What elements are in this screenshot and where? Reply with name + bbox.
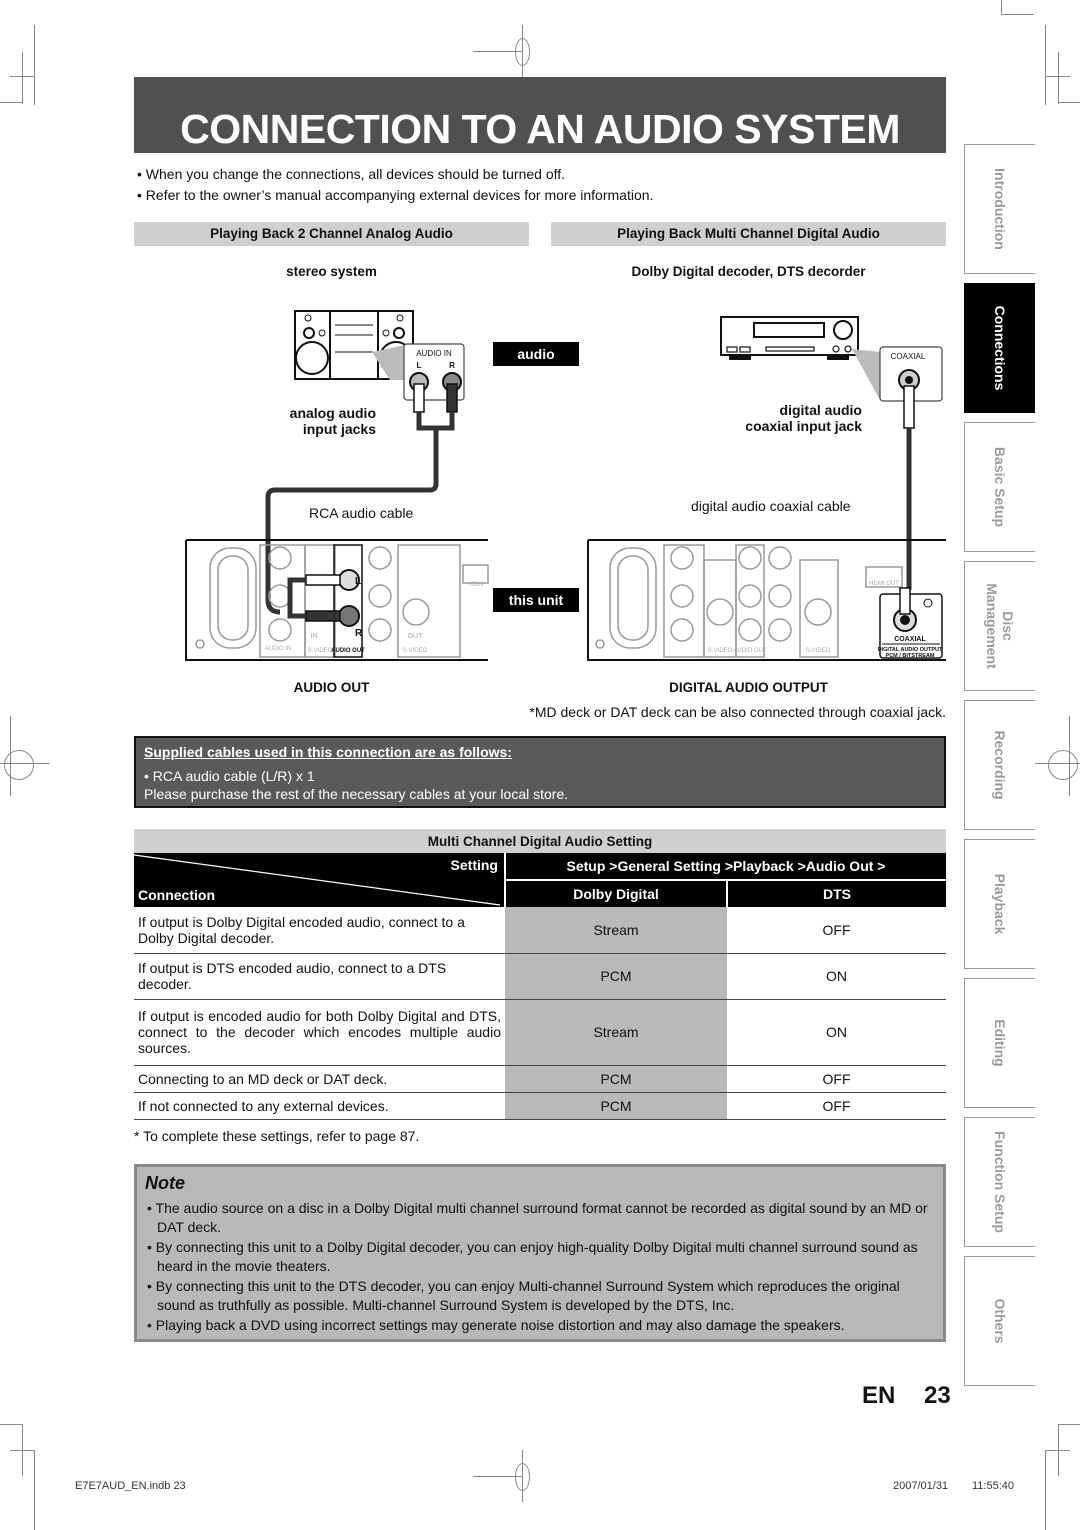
analog-jacks-label: analog audio input jacks [289, 405, 376, 437]
svg-text:R: R [449, 361, 455, 370]
row-connection: Connecting to an MD deck or DAT deck. [134, 1065, 505, 1093]
note-title: Note [145, 1173, 185, 1193]
page-num: 23 [924, 1382, 951, 1409]
tab-disc-management[interactable]: Disc Management [964, 561, 1035, 691]
svg-text:L: L [417, 361, 422, 370]
md-deck-note: *MD deck or DAT deck can be also connect… [529, 704, 946, 720]
col-dts: DTS [727, 880, 946, 907]
svg-text:S-VIDEO: S-VIDEO [708, 648, 733, 654]
svg-text:PCM / BITSTREAM: PCM / BITSTREAM [886, 653, 935, 659]
setting-label: Setting [450, 857, 498, 873]
decoder-icon [720, 316, 859, 360]
table-row: If not connected to any external devices… [134, 1092, 946, 1120]
coaxial-jack-label: digital audio coaxial input jack [745, 402, 862, 434]
svg-text:HDMI OUT: HDMI OUT [869, 581, 899, 587]
row-dolby: PCM [505, 1092, 727, 1120]
tab-recording[interactable]: Recording [964, 700, 1035, 830]
table-row: Connecting to an MD deck or DAT deck. PC… [134, 1065, 946, 1093]
audio-tag: audio [493, 342, 579, 366]
row-connection: If output is Dolby Digital encoded audio… [134, 907, 505, 954]
row-dts: OFF [727, 1092, 946, 1120]
row-dts: ON [727, 999, 946, 1066]
row-dts: ON [727, 953, 946, 1000]
svg-text:AUDIO OUT: AUDIO OUT [733, 648, 767, 654]
coaxial-cable-label: digital audio coaxial cable [691, 498, 851, 514]
row-dolby: Stream [505, 999, 727, 1066]
row-dts: OFF [727, 907, 946, 954]
row-dolby: Stream [505, 907, 727, 954]
svg-text:S-VIDEO: S-VIDEO [308, 648, 333, 654]
row-dolby: PCM [505, 1065, 727, 1093]
settings-path: Setup >General Setting >Playback >Audio … [505, 853, 946, 881]
supplied-cables-heading: Supplied cables used in this connection … [144, 744, 512, 760]
audio-out-label: AUDIO OUT [293, 680, 370, 695]
page-lang: EN [862, 1382, 896, 1409]
slug-time: 11:55:40 [972, 1480, 1015, 1492]
row-connection: If output is encoded audio for both Dolb… [134, 999, 505, 1066]
svg-text:HDMI: HDMI [468, 582, 484, 588]
svg-text:S-VIDEO: S-VIDEO [806, 648, 831, 654]
coaxial-label: COAXIAL [891, 352, 926, 361]
svg-text:OUT: OUT [408, 633, 424, 640]
tab-introduction[interactable]: Introduction [964, 144, 1035, 274]
svg-text:AUDIO IN: AUDIO IN [265, 646, 292, 652]
audio-in-label: AUDIO IN [416, 349, 452, 358]
page-number: EN 23 [862, 1382, 951, 1410]
table-corner-header: Setting Connection [134, 853, 506, 907]
tab-basic-setup[interactable]: Basic Setup [964, 422, 1035, 552]
table-row: If output is DTS encoded audio, connect … [134, 953, 946, 1000]
supplied-cable-item: • RCA audio cable (L/R) x 1 [144, 768, 315, 784]
rca-cable-label: RCA audio cable [309, 505, 414, 521]
tab-others[interactable]: Others [964, 1256, 1035, 1386]
row-dolby: PCM [505, 953, 727, 1000]
digital-audio-output-label: DIGITAL AUDIO OUTPUT [669, 680, 828, 695]
svg-text:S-VIDEO: S-VIDEO [403, 648, 428, 654]
slug-file: E7E7AUD_EN.indb 23 [75, 1480, 186, 1492]
row-connection: If not connected to any external devices… [134, 1092, 505, 1120]
note-list: • The audio source on a disc in a Dolby … [145, 1199, 935, 1336]
row-dts: OFF [727, 1065, 946, 1093]
col-dolby-digital: Dolby Digital [505, 880, 728, 907]
table-caption: Multi Channel Digital Audio Setting [134, 829, 946, 853]
row-connection: If output is DTS encoded audio, connect … [134, 953, 505, 1000]
this-unit-tag: this unit [493, 588, 579, 612]
supplied-cables-note: Please purchase the rest of the necessar… [144, 786, 569, 802]
svg-text:R: R [355, 628, 363, 639]
audio-settings-table: Multi Channel Digital Audio Setting Sett… [134, 829, 946, 1120]
note-item: • The audio source on a disc in a Dolby … [147, 1200, 928, 1235]
connection-label: Connection [138, 887, 215, 903]
supplied-cables-box: Supplied cables used in this connection … [134, 736, 946, 808]
connection-diagram: AUDIO IN L R L R AUDIO OUT S-VIDEO AUDIO… [185, 310, 946, 661]
table-row: If output is Dolby Digital encoded audio… [134, 907, 946, 954]
note-box: Note • The audio source on a disc in a D… [134, 1164, 946, 1342]
note-item: • By connecting this unit to the DTS dec… [147, 1278, 900, 1313]
this-unit-rear-panel-left [185, 539, 489, 661]
tab-function-setup[interactable]: Function Setup [964, 1117, 1035, 1247]
tab-connections[interactable]: Connections [964, 283, 1035, 413]
svg-text:IN: IN [311, 633, 318, 640]
table-footnote: * To complete these settings, refer to p… [134, 1128, 420, 1144]
slug-date: 2007/01/31 [893, 1480, 949, 1492]
svg-text:L: L [355, 576, 361, 587]
table-row: If output is encoded audio for both Dolb… [134, 999, 946, 1066]
svg-text:AUDIO OUT: AUDIO OUT [331, 648, 365, 654]
note-item: • Playing back a DVD using incorrect set… [147, 1317, 845, 1333]
tab-editing[interactable]: Editing [964, 978, 1035, 1108]
tab-playback[interactable]: Playback [964, 839, 1035, 969]
note-item: • By connecting this unit to a Dolby Dig… [147, 1239, 918, 1274]
svg-text:COAXIAL: COAXIAL [894, 636, 926, 643]
